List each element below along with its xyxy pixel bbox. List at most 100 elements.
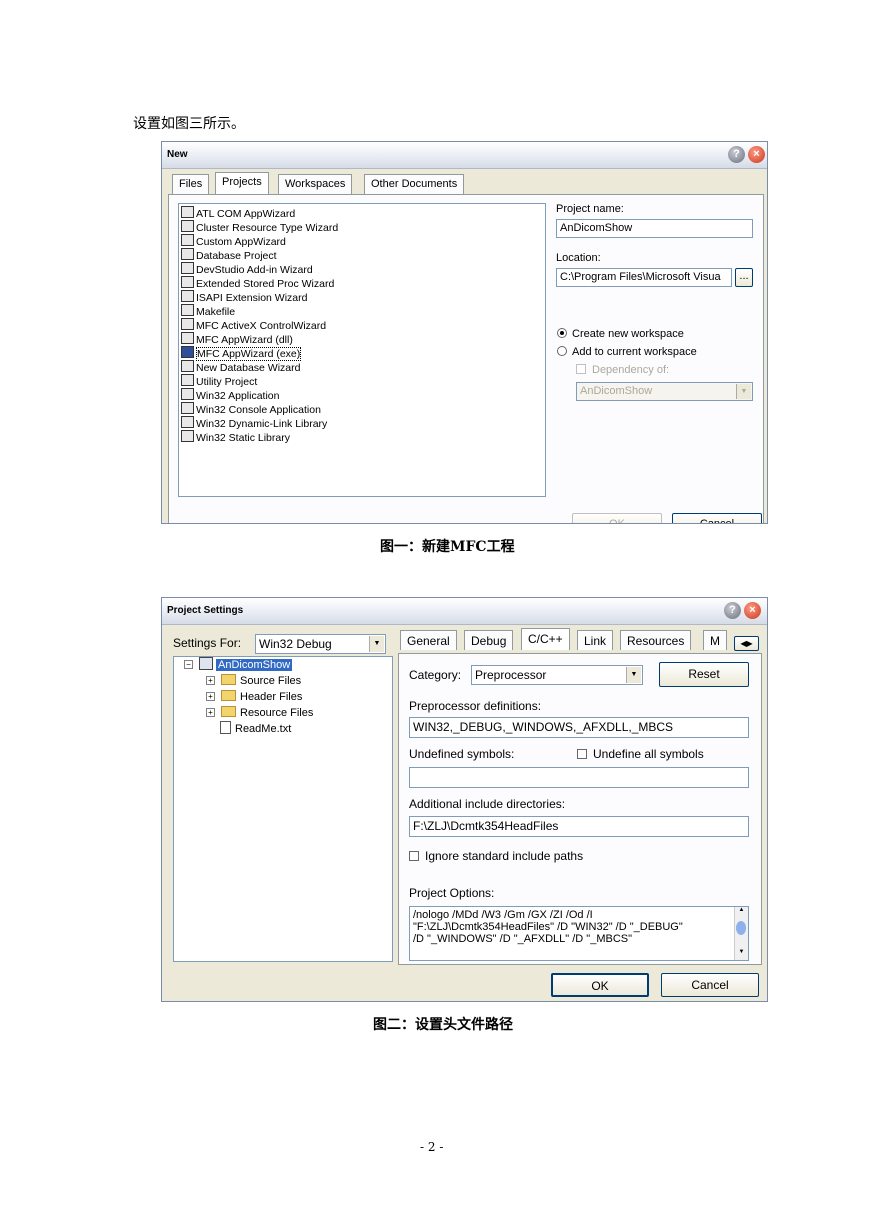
project-type-item[interactable]: MFC ActiveX ControlWizard [181, 318, 326, 332]
options-scrollbar[interactable]: ▲ ▼ [734, 907, 748, 960]
add-workspace-radio[interactable]: Add to current workspace [557, 346, 697, 358]
page-number: - 2 - [420, 1140, 444, 1154]
project-icon [199, 657, 213, 670]
project-type-item[interactable]: Custom AppWizard [181, 234, 286, 248]
tree-item-header-files[interactable]: + Header Files [206, 689, 302, 705]
ignore-paths-checkbox[interactable]: Ignore standard include paths [409, 849, 583, 863]
cancel-button[interactable]: Cancel [661, 973, 759, 997]
project-type-item[interactable]: Extended Stored Proc Wizard [181, 276, 334, 290]
tab-c-cpp[interactable]: C/C++ [521, 628, 570, 650]
project-type-label: DevStudio Add-in Wizard [196, 264, 313, 276]
project-type-item[interactable]: New Database Wizard [181, 360, 300, 374]
expand-icon[interactable]: + [206, 708, 215, 717]
settings-for-select[interactable]: Win32 Debug ▼ [255, 634, 386, 654]
project-type-item[interactable]: MFC AppWizard (exe) [181, 346, 302, 361]
project-type-item[interactable]: ISAPI Extension Wizard [181, 290, 307, 304]
project-type-item[interactable]: Win32 Dynamic-Link Library [181, 416, 327, 430]
tab-scroll-arrows[interactable]: ◀▶ [734, 636, 759, 651]
help-icon[interactable]: ? [724, 602, 741, 619]
project-type-item[interactable]: MFC AppWizard (dll) [181, 332, 293, 346]
location-input[interactable]: C:\Program Files\Microsoft Visua [556, 268, 732, 287]
new-dialog-tabs: Files Projects Workspaces Other Document… [172, 172, 762, 196]
undefine-all-checkbox[interactable]: Undefine all symbols [577, 747, 704, 761]
dependency-select[interactable]: AnDicomShow ▼ [576, 382, 753, 401]
ok-button[interactable]: OK [572, 513, 662, 523]
cancel-button[interactable]: Cancel [672, 513, 762, 523]
project-type-item[interactable]: Makefile [181, 304, 235, 318]
undefined-input[interactable] [409, 767, 749, 788]
tree-item-source-files[interactable]: + Source Files [206, 673, 301, 689]
tab-other-documents[interactable]: Other Documents [364, 174, 465, 194]
dependency-checkbox[interactable]: Dependency of: [576, 364, 669, 376]
tree-item-resource-files[interactable]: + Resource Files [206, 705, 313, 721]
expand-icon[interactable]: + [206, 692, 215, 701]
browse-button[interactable]: ... [735, 268, 753, 287]
tab-files[interactable]: Files [172, 174, 210, 194]
project-tree[interactable]: − AnDicomShow + Source Files + Header Files… [173, 656, 393, 962]
project-type-label: Extended Stored Proc Wizard [196, 278, 335, 290]
tree-item-label: Header Files [240, 691, 303, 703]
new-dialog-title: New [167, 149, 188, 160]
expand-icon[interactable]: + [206, 676, 215, 685]
project-type-icon [181, 416, 194, 428]
tree-root-label: AnDicomShow [216, 659, 293, 671]
close-icon[interactable]: × [744, 602, 761, 619]
project-name-input[interactable]: AnDicomShow [556, 219, 753, 238]
scroll-up-icon[interactable]: ▲ [735, 907, 748, 918]
project-type-item[interactable]: Win32 Application [181, 388, 279, 402]
project-type-icon [181, 248, 194, 260]
project-type-label: MFC AppWizard (exe) [196, 347, 302, 361]
settings-dialog-titlebar[interactable]: Project Settings ? × [162, 598, 767, 625]
create-workspace-label: Create new workspace [572, 328, 684, 340]
intro-text: 设置如图三所示。 [133, 116, 245, 132]
project-type-label: Custom AppWizard [196, 236, 286, 248]
project-type-icon [181, 360, 194, 372]
tab-link[interactable]: Link [577, 630, 614, 650]
project-type-icon [181, 388, 194, 400]
project-name-label: Project name: [556, 203, 624, 215]
tab-resources[interactable]: Resources [620, 630, 692, 650]
preproc-input[interactable]: WIN32,_DEBUG,_WINDOWS,_AFXDLL,_MBCS [409, 717, 749, 738]
project-type-label: Win32 Dynamic-Link Library [196, 418, 328, 430]
project-type-list[interactable]: ATL COM AppWizard Cluster Resource Type W… [178, 203, 546, 497]
project-options-textarea[interactable]: /nologo /MDd /W3 /Gm /GX /ZI /Od /I "F:\… [409, 906, 749, 961]
create-workspace-radio[interactable]: Create new workspace [557, 328, 684, 340]
tree-root[interactable]: − AnDicomShow [184, 657, 293, 673]
tab-general[interactable]: General [400, 630, 457, 650]
chevron-down-icon[interactable]: ▼ [369, 636, 384, 652]
folder-icon [221, 706, 236, 717]
radio-unselected-icon [557, 346, 567, 356]
folder-icon [221, 674, 236, 685]
project-type-item[interactable]: Win32 Static Library [181, 430, 290, 444]
project-type-label: Makefile [196, 306, 236, 318]
category-select[interactable]: Preprocessor ▼ [471, 665, 643, 685]
project-type-icon [181, 220, 194, 232]
options-label: Project Options: [409, 886, 495, 900]
reset-button[interactable]: Reset [659, 662, 749, 687]
help-icon[interactable]: ? [728, 146, 745, 163]
new-dialog-titlebar[interactable]: New ? × [162, 142, 767, 169]
scroll-thumb[interactable] [736, 921, 746, 935]
tree-item-readme[interactable]: ReadMe.txt [220, 721, 291, 737]
tab-workspaces[interactable]: Workspaces [278, 174, 353, 194]
options-line: /nologo /MDd /W3 /Gm /GX /ZI /Od /I [413, 909, 593, 921]
tab-debug[interactable]: Debug [464, 630, 514, 650]
project-type-item[interactable]: Cluster Resource Type Wizard [181, 220, 338, 234]
project-type-item[interactable]: Utility Project [181, 374, 257, 388]
close-icon[interactable]: × [748, 146, 765, 163]
tab-more[interactable]: M [703, 630, 727, 650]
project-type-icon [181, 346, 194, 358]
project-type-item[interactable]: Database Project [181, 248, 277, 262]
project-type-item[interactable]: ATL COM AppWizard [181, 206, 295, 220]
ok-button[interactable]: OK [551, 973, 649, 997]
project-type-label: New Database Wizard [196, 362, 301, 374]
project-type-item[interactable]: Win32 Console Application [181, 402, 321, 416]
collapse-icon[interactable]: − [184, 660, 193, 669]
chevron-down-icon[interactable]: ▼ [736, 384, 751, 399]
project-type-icon [181, 430, 194, 442]
scroll-down-icon[interactable]: ▼ [735, 949, 748, 960]
tab-projects[interactable]: Projects [215, 172, 269, 194]
project-type-item[interactable]: DevStudio Add-in Wizard [181, 262, 313, 276]
chevron-down-icon[interactable]: ▼ [626, 667, 641, 683]
include-input[interactable]: F:\ZLJ\Dcmtk354HeadFiles [409, 816, 749, 837]
